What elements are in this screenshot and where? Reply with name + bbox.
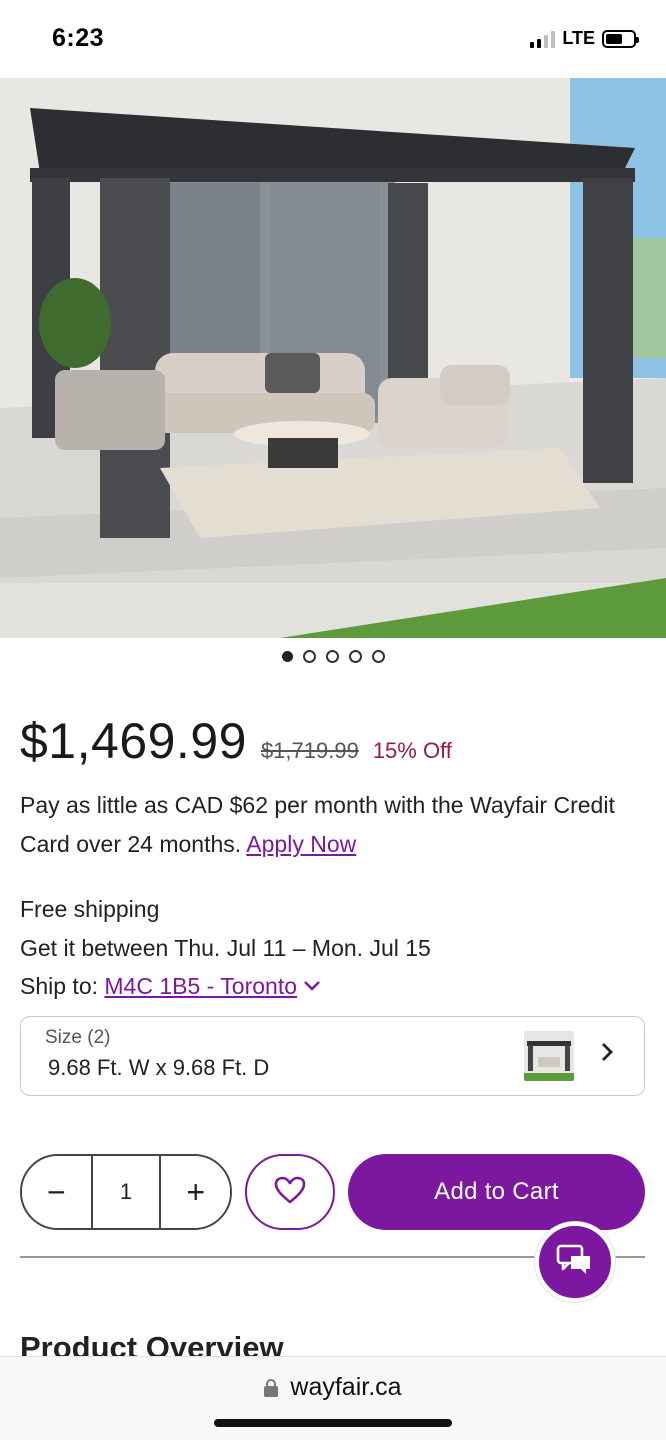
product-overview-heading[interactable]: Product Overview xyxy=(20,1326,284,1356)
increase-quantity-button[interactable]: + xyxy=(161,1156,230,1228)
product-image[interactable] xyxy=(0,78,666,638)
quantity-stepper: − 1 + xyxy=(20,1154,232,1230)
gallery-pagination xyxy=(0,650,666,663)
gallery-dot[interactable] xyxy=(281,651,293,662)
size-value: 9.68 Ft. W x 9.68 Ft. D xyxy=(48,1055,270,1080)
ship-to-label: Ship to: xyxy=(20,973,98,999)
size-thumbnail xyxy=(524,1031,574,1081)
price-row: $1,469.99 $1,719.99 15% Off xyxy=(20,712,452,770)
browser-address-bar[interactable]: wayfair.ca xyxy=(0,1356,666,1440)
gallery-dot[interactable] xyxy=(325,650,339,663)
chevron-right-icon xyxy=(600,1039,614,1070)
decrease-quantity-button[interactable]: − xyxy=(22,1156,91,1228)
signal-icon xyxy=(530,30,556,48)
gallery-dot[interactable] xyxy=(348,650,362,663)
size-label: Size (2) xyxy=(45,1027,111,1048)
status-bar: 6:23 LTE xyxy=(0,0,666,78)
url-display[interactable]: wayfair.ca xyxy=(0,1373,666,1402)
shipping-info: Free shipping Get it between Thu. Jul 11… xyxy=(20,890,431,1008)
apply-now-link[interactable]: Apply Now xyxy=(246,831,356,857)
status-time: 6:23 xyxy=(52,24,105,52)
battery-icon xyxy=(602,29,639,48)
heart-icon xyxy=(274,1176,306,1209)
chevron-down-icon[interactable] xyxy=(303,967,321,1006)
lock-icon xyxy=(264,1378,279,1397)
home-indicator xyxy=(214,1419,452,1427)
quantity-value[interactable]: 1 xyxy=(90,1156,162,1228)
chat-button[interactable] xyxy=(535,1222,615,1302)
pergola-illustration xyxy=(0,78,666,638)
add-to-cart-button[interactable]: Add to Cart xyxy=(348,1154,645,1230)
ship-to-location-link[interactable]: M4C 1B5 - Toronto xyxy=(104,973,297,999)
gallery-dot[interactable] xyxy=(302,650,316,663)
url-text: wayfair.ca xyxy=(290,1373,402,1401)
free-shipping-text: Free shipping xyxy=(20,896,160,922)
favorite-button[interactable] xyxy=(245,1154,335,1230)
delivery-estimate: Get it between Thu. Jul 11 – Mon. Jul 15 xyxy=(20,934,431,961)
network-label: LTE xyxy=(562,28,595,48)
gallery-dot[interactable] xyxy=(371,650,385,663)
size-selector[interactable]: Size (2) 9.68 Ft. W x 9.68 Ft. D xyxy=(20,1016,645,1096)
status-icons: LTE xyxy=(530,28,639,49)
chat-icon xyxy=(555,1242,595,1283)
discount-label: 15% Off xyxy=(372,738,452,763)
financing-offer: Pay as little as CAD $62 per month with … xyxy=(20,786,640,864)
current-price: $1,469.99 xyxy=(20,713,247,769)
ship-to-row: Ship to: M4C 1B5 - Toronto xyxy=(20,967,431,1008)
original-price: $1,719.99 xyxy=(260,738,359,763)
